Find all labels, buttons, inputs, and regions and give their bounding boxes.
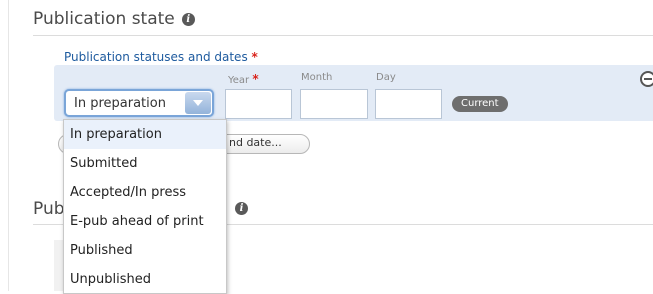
chevron-down-icon[interactable] xyxy=(185,92,211,114)
month-input[interactable] xyxy=(300,89,368,119)
dropdown-option[interactable]: E-pub ahead of print xyxy=(64,207,226,236)
info-icon[interactable]: i xyxy=(235,202,248,215)
section-divider xyxy=(33,35,653,36)
day-label: Day xyxy=(376,72,396,83)
year-label: Year xyxy=(228,75,250,86)
add-date-button-label: nd date... xyxy=(229,136,282,149)
dropdown-option[interactable]: Published xyxy=(64,236,226,265)
month-label: Month xyxy=(301,72,333,83)
field-label: Publication statuses and dates * xyxy=(64,50,258,64)
year-required-asterisk: * xyxy=(252,72,259,86)
dropdown-option[interactable]: In preparation xyxy=(64,120,226,149)
required-asterisk: * xyxy=(251,50,258,64)
status-dropdown-list[interactable]: In preparation Submitted Accepted/In pre… xyxy=(63,119,227,294)
section-header: Publication state i xyxy=(33,9,195,29)
dropdown-option[interactable]: Submitted xyxy=(64,149,226,178)
field-label-text: Publication statuses and dates xyxy=(64,50,248,64)
status-select[interactable]: In preparation xyxy=(64,89,214,117)
remove-row-icon[interactable] xyxy=(640,71,653,87)
dropdown-option[interactable]: Accepted/In press xyxy=(64,178,226,207)
dropdown-option[interactable]: Unpublished xyxy=(64,265,226,294)
day-input[interactable] xyxy=(375,89,442,119)
status-select-value: In preparation xyxy=(74,96,166,111)
section2-title: Pub xyxy=(33,199,65,219)
left-border xyxy=(8,0,9,291)
section-title: Publication state xyxy=(33,9,175,29)
info-icon[interactable]: i xyxy=(181,12,195,26)
year-column-label: Year * xyxy=(228,72,259,86)
year-input[interactable] xyxy=(225,89,292,119)
current-button[interactable]: Current xyxy=(452,96,508,112)
